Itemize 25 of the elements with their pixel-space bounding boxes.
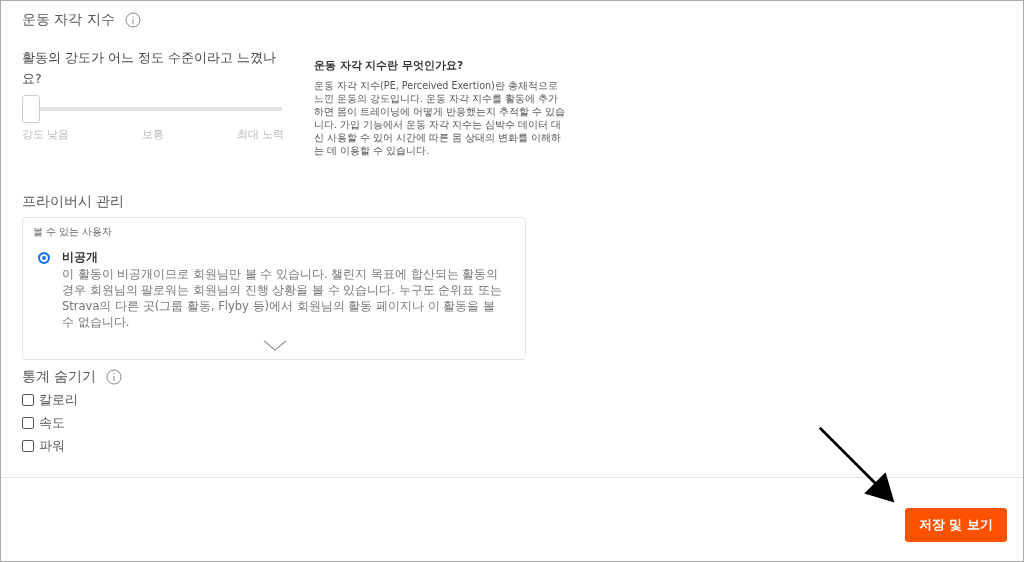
info-icon[interactable] [124,12,141,28]
section-title: 운동 자각 지수 [22,11,115,29]
slider-thumb[interactable] [22,95,40,123]
info-icon[interactable] [106,369,123,385]
help-text: 운동 자각 지수(PE, Perceived Exertion)란 총체적으로 느낀 운동의 강도입니다. 운동 자각 지수를 활동에 추가하면 몸이 트레이닝에 어떻게 반응했는지 추적할 수 있습니다. 가입 기능에서 운동 자각 지수는 심박수 데이터 대신 사용할 수 있어 시간에 따른 몸 상태의 변화를 이해하는 데 이용할 수 있습니다. [314,79,566,157]
scale-label: 보통 [142,127,164,142]
scale-label: 최대 노력 [236,127,284,142]
section-title: 프라이버시 관리 [22,193,126,211]
checkbox-label: 칼로리 [39,391,78,409]
checkbox-label: 속도 [39,414,65,432]
card-label: 볼 수 있는 사용자 [33,226,114,239]
option-label: 비공개 [62,249,99,266]
question-text: 활동의 강도가 어느 정도 수준이라고 느꼈나요? [22,49,277,88]
radio-button[interactable] [38,252,50,264]
option-description: 이 활동이 비공개이므로 회원님만 볼 수 있습니다. 챌린지 목표에 합산되는 활동의 경우 회원님의 팔로워는 회원님의 진행 상황을 볼 수 있습니다. 누구도 순위표 또는 Strava의 다른 곳(그룹 활동, Flyby 등)에서 회원님의 활동 페이지나 이 활동을 볼 수 없습니다. [62,266,502,330]
scale-label: 강도 낮음 [22,127,70,142]
checkbox-label: 파워 [39,437,65,455]
chevron-down-icon[interactable] [263,340,287,351]
checkbox[interactable] [22,394,34,406]
exertion-slider[interactable] [22,95,282,123]
checkbox[interactable] [22,440,34,452]
save-button[interactable]: 저장 및 보기 [904,508,1007,542]
help-title: 운동 자각 지수란 무엇인가요? [314,59,465,73]
checkbox[interactable] [22,417,34,429]
section-title: 통계 숨기기 [22,368,97,386]
